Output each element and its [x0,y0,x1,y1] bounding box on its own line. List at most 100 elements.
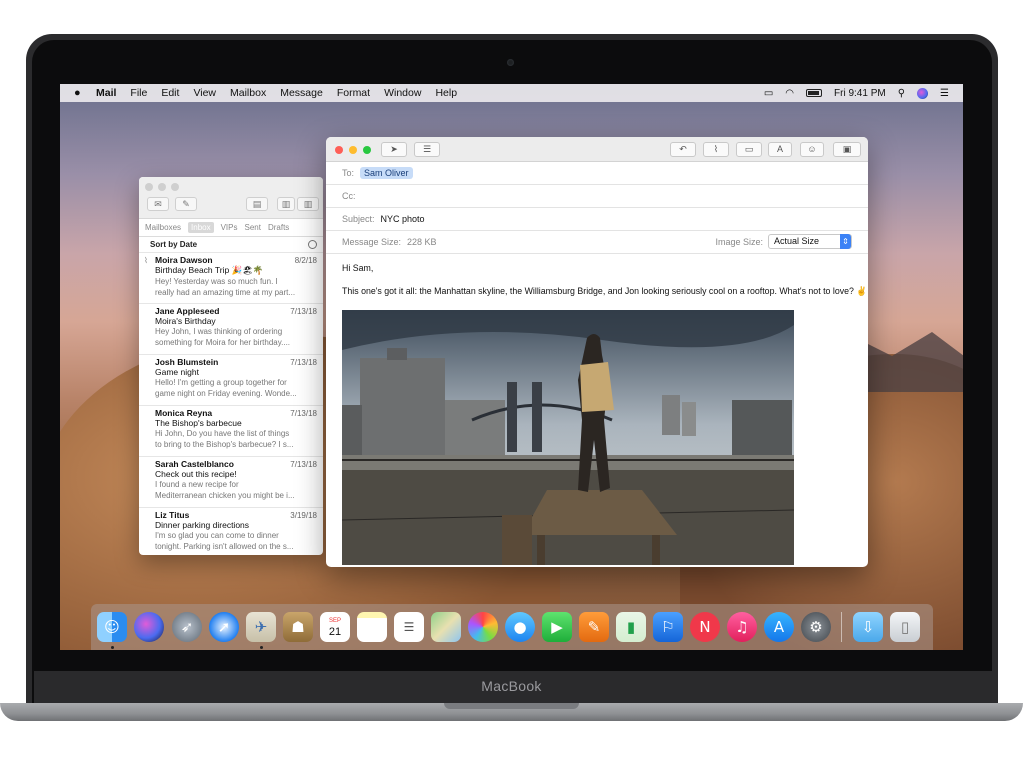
menu-mail[interactable]: Mail [96,87,116,99]
filter-icon[interactable] [308,240,317,249]
menu-format[interactable]: Format [337,87,370,99]
siri-icon[interactable] [134,612,164,642]
battery-icon[interactable] [806,89,823,97]
notes-icon[interactable] [357,612,387,642]
close-button[interactable] [145,183,153,191]
subject-value[interactable]: NYC photo [381,214,425,224]
image-size-label: Image Size: [715,236,763,247]
attached-photo[interactable] [342,310,794,565]
apple-menu-icon[interactable]: ● [74,87,86,99]
menu-edit[interactable]: Edit [161,87,179,99]
system-preferences-icon[interactable]: ⚙ [801,612,831,642]
message-row[interactable]: Jane Appleseed 7/13/18 Moira's Birthday … [139,303,323,354]
tab-vips[interactable]: VIPs [221,223,238,232]
message-preview: game night on Friday evening. Wonde... [155,389,297,398]
window-controls [335,146,371,154]
reply-icon[interactable]: ↶ [670,142,696,157]
status-area: ▭ ◠ Fri 9:41 PM ⚲ ☰ [764,87,949,99]
menu-window[interactable]: Window [384,87,421,99]
minimize-button[interactable] [349,146,357,154]
trash-icon[interactable]: ▥ [277,197,295,211]
finder-icon[interactable]: ☺ [97,612,127,642]
compose-icon[interactable]: ✎ [175,197,197,211]
tab-drafts[interactable]: Drafts [268,223,289,232]
image-size-control: Image Size: Actual Size [715,234,852,249]
cc-field[interactable]: Cc: [326,185,868,208]
message-row[interactable]: Monica Reyna 7/13/18 The Bishop's barbec… [139,405,323,456]
minimize-button[interactable] [158,183,166,191]
search-icon[interactable]: ⚲ [898,88,905,99]
menu-file[interactable]: File [130,87,147,99]
zoom-button[interactable] [363,146,371,154]
sort-by-date-button[interactable]: Sort by Date [150,240,197,249]
message-preview: Hello! I'm getting a group together for [155,378,287,387]
menu-mailbox[interactable]: Mailbox [230,87,266,99]
subject-label: Subject: [342,214,375,224]
message-date: 8/2/18 [294,256,317,265]
app-store-icon[interactable]: A [764,612,794,642]
contacts-icon[interactable]: ☗ [283,612,313,642]
recipient-chip[interactable]: Sam Oliver [360,167,413,179]
cc-label: Cc: [342,191,356,201]
message-preview: I'm so glad you can come to dinner [155,531,279,540]
pages-icon[interactable]: ✎ [579,612,609,642]
zoom-button[interactable] [171,183,179,191]
maps-icon[interactable] [431,612,461,642]
close-button[interactable] [335,146,343,154]
calendar-day: 21 [328,626,342,638]
body-text: This one's got it all: the Manhattan sky… [342,286,868,296]
numbers-icon[interactable]: ▮ [616,612,646,642]
format-button[interactable]: A [768,142,792,157]
message-row[interactable]: Liz Titus 3/19/18 Dinner parking directi… [139,507,323,555]
archive-icon[interactable]: ▤ [246,197,268,211]
get-mail-icon[interactable]: ✉ [147,197,169,211]
list-icon[interactable]: ☰ [940,88,949,99]
message-subject: Game night [155,367,199,377]
menu-help[interactable]: Help [435,87,457,99]
attachment-icon[interactable]: ⌇ [703,142,729,157]
photo-browser-icon[interactable]: ▣ [833,142,861,157]
message-row[interactable]: ⌇ Moira Dawson 8/2/18 Birthday Beach Tri… [139,252,323,303]
safari-icon[interactable]: ➚ [209,612,239,642]
message-subject: The Bishop's barbecue [155,418,242,428]
running-indicator [111,646,114,649]
messages-icon[interactable]: ● [505,612,535,642]
facetime-icon[interactable]: ▶ [542,612,572,642]
airplay-icon[interactable]: ▭ [764,88,773,99]
image-size-select[interactable]: Actual Size [768,234,852,249]
message-preview: really had an amazing time at my part... [155,288,296,297]
photos-icon[interactable] [468,612,498,642]
brand-label: MacBook [481,678,542,694]
news-icon[interactable]: N [690,612,720,642]
tab-inbox[interactable]: Inbox [188,222,214,233]
message-subject: Birthday Beach Trip 🎉🏖🌴 [155,265,264,275]
tab-sent[interactable]: Sent [245,223,261,232]
to-field[interactable]: To: Sam Oliver [326,162,868,185]
clock[interactable]: Fri 9:41 PM [834,88,886,99]
tab-mailboxes[interactable]: Mailboxes [145,223,181,232]
markup-icon[interactable]: ▭ [736,142,762,157]
screen: ● Mail File Edit View Mailbox Message Fo… [60,84,963,650]
emoji-icon[interactable]: ☺ [800,142,824,157]
message-date: 7/13/18 [290,307,317,316]
calendar-icon[interactable]: SEP 21 [320,612,350,642]
subject-field[interactable]: Subject: NYC photo [326,208,868,231]
menu-view[interactable]: View [193,87,216,99]
header-fields-icon[interactable]: ☰ [414,142,440,157]
siri-icon[interactable] [917,87,929,99]
launchpad-icon[interactable]: ➶ [172,612,202,642]
trash-icon[interactable]: ▯ [890,612,920,642]
send-icon[interactable]: ➤ [381,142,407,157]
message-row[interactable]: Sarah Castelblanco 7/13/18 Check out thi… [139,456,323,507]
running-indicator [260,646,263,649]
junk-icon[interactable]: ▥ [297,197,319,211]
message-row[interactable]: Josh Blumstein 7/13/18 Game night Hello!… [139,354,323,405]
downloads-folder-icon[interactable]: ⇩ [853,612,883,642]
reminders-icon[interactable]: ☰ [394,612,424,642]
wifi-icon[interactable]: ◠ [785,88,794,99]
mail-viewer-window: ✉ ✎ ▤ ▥ ▥ Mailboxes Inbox VIPs Sent Draf… [139,177,323,555]
music-icon[interactable]: ♫ [727,612,757,642]
menu-message[interactable]: Message [280,87,323,99]
mail-icon[interactable]: ✈ [246,612,276,642]
keynote-icon[interactable]: ⚐ [653,612,683,642]
